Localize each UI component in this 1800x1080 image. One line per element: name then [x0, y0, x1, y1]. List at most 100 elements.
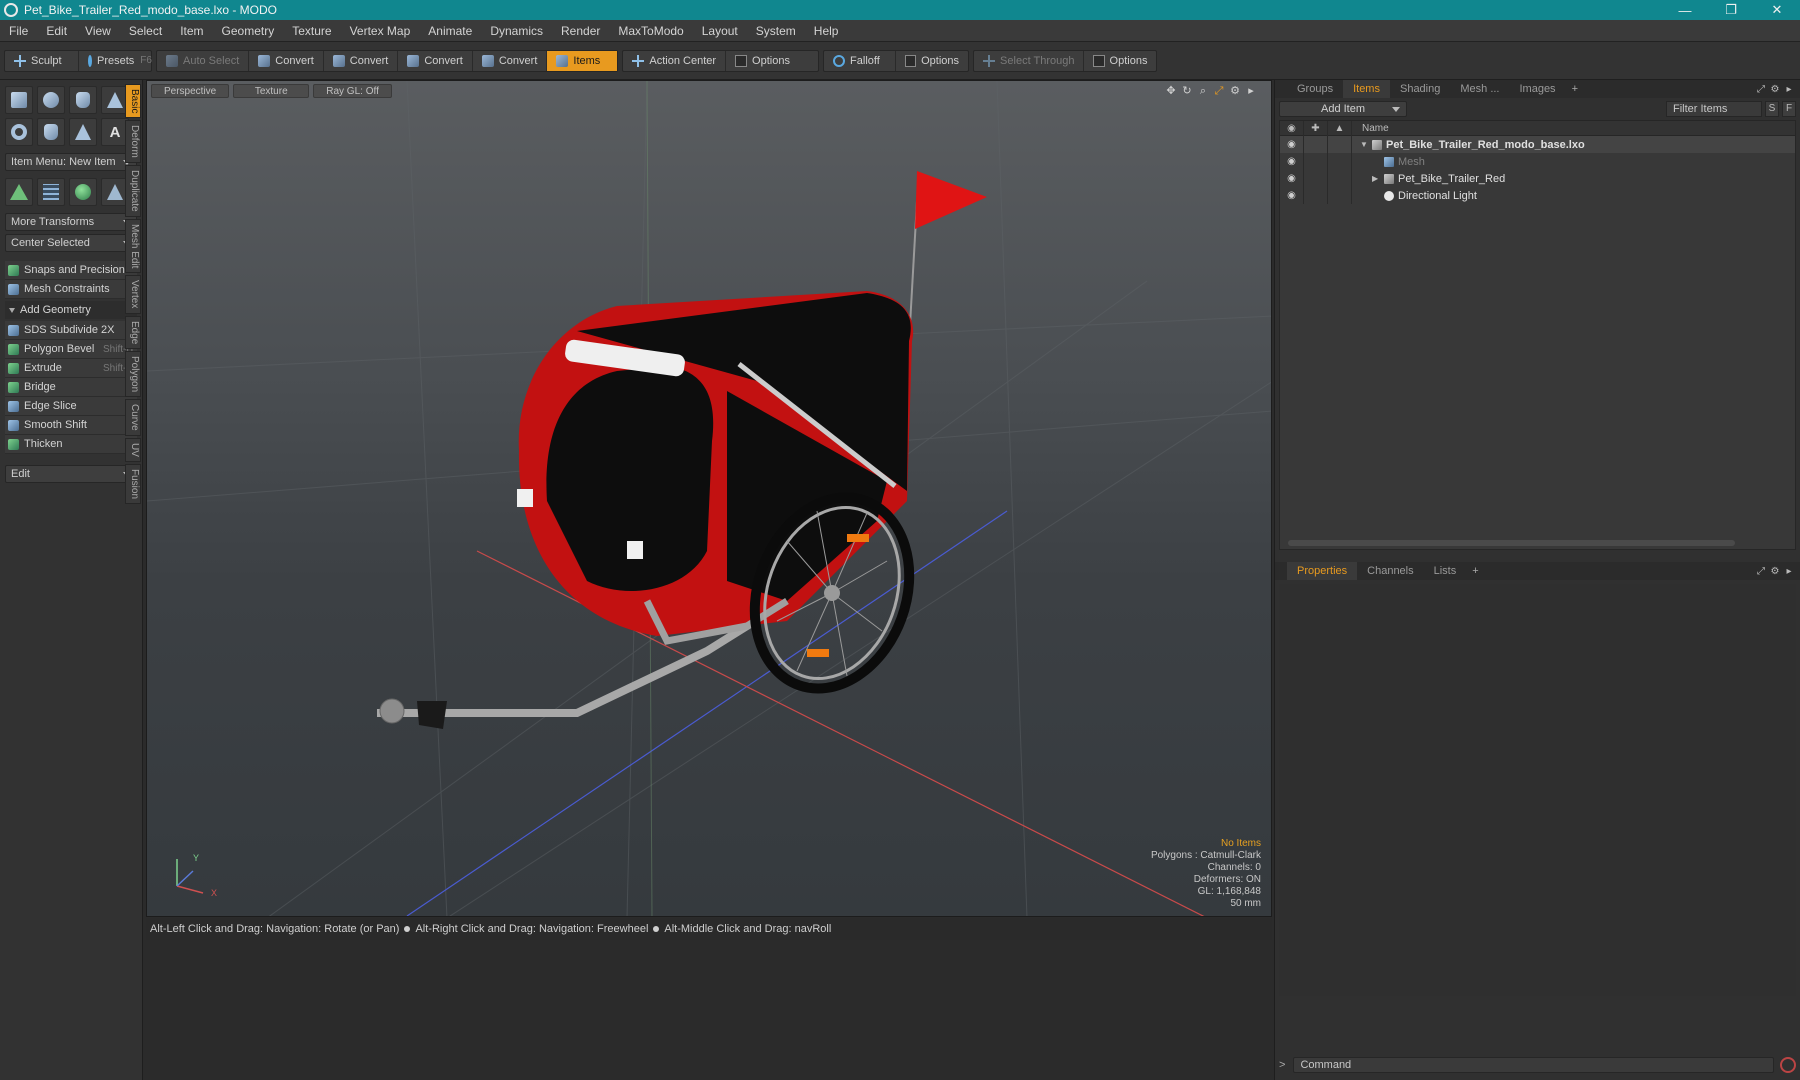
name-column-header[interactable]: Name	[1352, 123, 1389, 134]
tab-deform[interactable]: Deform	[125, 120, 141, 164]
action-center-options-button[interactable]: Options	[726, 51, 818, 71]
sds-subdivide-button[interactable]: SDS Subdivide 2X	[5, 321, 137, 340]
cube-primitive-button[interactable]	[5, 86, 33, 114]
tab-vertex[interactable]: Vertex	[125, 275, 141, 314]
filter-items-input[interactable]: Filter Items	[1666, 101, 1762, 117]
edge-slice-button[interactable]: Edge Slice	[5, 397, 137, 416]
falloff-options-button[interactable]: Options	[896, 51, 968, 71]
gear-icon[interactable]: ⚙	[1768, 566, 1782, 577]
tree-item-pet-bike-trailer[interactable]: ◉ ▶ Pet_Bike_Trailer_Red	[1280, 170, 1795, 187]
pan-icon[interactable]: ✥	[1163, 84, 1179, 98]
auto-select-button[interactable]: Auto Select	[157, 50, 250, 71]
tree-item-scene[interactable]: ◉ ▼ Pet_Bike_Trailer_Red_modo_base.lxo	[1280, 136, 1795, 153]
menu-maxtomodo[interactable]: MaxToModo	[609, 24, 692, 38]
menu-layout[interactable]: Layout	[693, 24, 747, 38]
tab-basic[interactable]: Basic	[125, 84, 141, 119]
menu-render[interactable]: Render	[552, 24, 609, 38]
snaps-precision-button[interactable]: Snaps and Precision	[5, 261, 137, 280]
arrow-right-icon[interactable]: ▸	[1782, 566, 1796, 577]
smooth-shift-button[interactable]: Smooth Shift	[5, 416, 137, 435]
convert-polygons-button[interactable]: Convert	[398, 50, 473, 71]
gear-icon[interactable]: ⚙	[1768, 84, 1782, 95]
tab-images[interactable]: Images	[1509, 80, 1565, 98]
convert-materials-button[interactable]: Convert	[473, 50, 548, 71]
capsule-primitive-button[interactable]	[37, 118, 65, 146]
menu-geometry[interactable]: Geometry	[213, 24, 284, 38]
tree-item-directional-light[interactable]: ◉ Directional Light	[1280, 187, 1795, 204]
select-through-options-button[interactable]: Options	[1084, 51, 1156, 71]
command-history-button[interactable]	[1780, 1057, 1796, 1073]
globe-button[interactable]	[69, 178, 97, 206]
mesh-constraints-button[interactable]: Mesh Constraints	[5, 280, 137, 299]
falloff-button[interactable]: Falloff	[824, 50, 897, 71]
maximize-icon[interactable]: ⤢	[1211, 84, 1227, 98]
close-button[interactable]: ✕	[1754, 0, 1800, 20]
3d-viewport[interactable]: Y X Perspective Texture Ray GL: Off ✥ ↻ …	[146, 80, 1272, 917]
menu-file[interactable]: File	[0, 24, 37, 38]
arrow-right-icon[interactable]: ▸	[1243, 84, 1259, 98]
add-item-dropdown[interactable]: Add Item	[1279, 101, 1407, 117]
tab-groups[interactable]: Groups	[1287, 80, 1343, 98]
expand-icon[interactable]: ⤢	[1754, 84, 1768, 95]
minimize-button[interactable]: —	[1662, 0, 1708, 20]
eye-icon[interactable]: ◉	[1280, 136, 1304, 153]
chevron-right-icon[interactable]: ▶	[1372, 174, 1382, 183]
tab-lists[interactable]: Lists	[1424, 562, 1467, 580]
horizontal-scrollbar[interactable]	[1280, 539, 1795, 547]
polygon-bevel-button[interactable]: Polygon Bevel Shift-B	[5, 340, 137, 359]
menu-edit[interactable]: Edit	[37, 24, 76, 38]
rotate-icon[interactable]: ↻	[1179, 84, 1195, 98]
item-menu-dropdown[interactable]: Item Menu: New Item	[5, 153, 137, 171]
tab-curve[interactable]: Curve	[125, 399, 141, 436]
render-column-icon[interactable]: ▲	[1328, 120, 1352, 136]
edit-dropdown[interactable]: Edit	[5, 465, 137, 483]
menu-texture[interactable]: Texture	[283, 24, 340, 38]
grid-button[interactable]	[37, 178, 65, 206]
bridge-button[interactable]: Bridge	[5, 378, 137, 397]
presets-button[interactable]: Presets F6	[79, 51, 152, 71]
more-transforms-dropdown[interactable]: More Transforms	[5, 213, 137, 231]
s-button[interactable]: S	[1765, 101, 1779, 117]
visibility-column-icon[interactable]: ◉	[1280, 120, 1304, 136]
perspective-view-button[interactable]: Perspective	[151, 84, 230, 98]
menu-dynamics[interactable]: Dynamics	[481, 24, 552, 38]
tab-channels[interactable]: Channels	[1357, 562, 1423, 580]
menu-help[interactable]: Help	[805, 24, 848, 38]
expand-icon[interactable]: ⤢	[1754, 566, 1768, 577]
menu-select[interactable]: Select	[120, 24, 171, 38]
menu-item[interactable]: Item	[171, 24, 212, 38]
tab-polygon[interactable]: Polygon	[125, 351, 141, 398]
tab-uv[interactable]: UV	[125, 437, 141, 462]
eye-icon[interactable]: ◉	[1280, 170, 1304, 187]
convert-edges-button[interactable]: Convert	[324, 50, 399, 71]
tree-item-mesh[interactable]: ◉ Mesh	[1280, 153, 1795, 170]
ray-gl-button[interactable]: Ray GL: Off	[313, 84, 392, 98]
gear-icon[interactable]: ⚙	[1227, 84, 1243, 98]
sculpt-button[interactable]: Sculpt	[5, 50, 79, 71]
items-mode-button[interactable]: Items	[547, 50, 618, 71]
extrude-button[interactable]: Extrude Shift-X	[5, 359, 137, 378]
tab-mesh[interactable]: Mesh ...	[1450, 80, 1509, 98]
arrow-right-icon[interactable]: ▸	[1782, 84, 1796, 95]
add-tab-icon[interactable]: +	[1466, 565, 1484, 577]
tab-properties[interactable]: Properties	[1287, 562, 1358, 580]
add-tab-icon[interactable]: +	[1566, 83, 1584, 95]
menu-system[interactable]: System	[747, 24, 805, 38]
sphere-primitive-button[interactable]	[37, 86, 65, 114]
tab-items[interactable]: Items	[1343, 80, 1390, 98]
restore-button[interactable]: ❐	[1708, 0, 1754, 20]
center-selected-dropdown[interactable]: Center Selected	[5, 234, 137, 252]
pen-tool-button[interactable]	[69, 118, 97, 146]
add-geometry-header[interactable]: Add Geometry	[5, 301, 137, 319]
eye-icon[interactable]: ◉	[1280, 153, 1304, 170]
tab-edge[interactable]: Edge	[125, 315, 141, 350]
tab-mesh-edit[interactable]: Mesh Edit	[125, 218, 141, 274]
transform-button[interactable]	[5, 178, 33, 206]
menu-animate[interactable]: Animate	[419, 24, 481, 38]
scrollbar-thumb[interactable]	[1288, 540, 1735, 546]
texture-shading-button[interactable]: Texture	[233, 84, 310, 98]
menu-vertex-map[interactable]: Vertex Map	[341, 24, 420, 38]
eye-icon[interactable]: ◉	[1280, 187, 1304, 204]
cylinder-primitive-button[interactable]	[69, 86, 97, 114]
select-through-button[interactable]: Select Through	[974, 50, 1085, 71]
